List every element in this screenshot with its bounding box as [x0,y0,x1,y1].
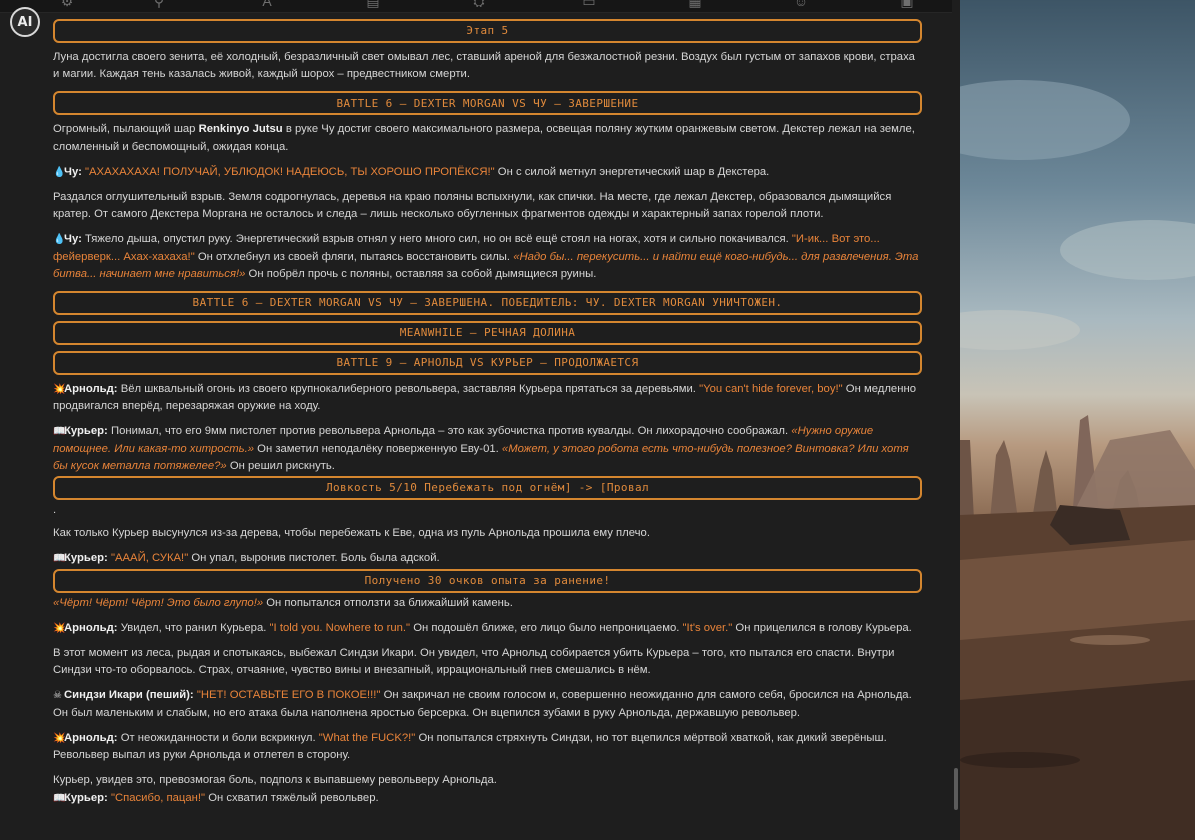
chat-message-body: Этап 5 Луна достигла своего зенита, её х… [53,19,922,816]
app-logo[interactable]: AI [10,7,40,37]
logo-text: AI [17,14,33,30]
droplet-icon: 💧 [53,166,66,178]
document-icon[interactable]: ▤ [362,0,384,8]
narration-paragraph: Раздался оглушительный взрыв. Земля содр… [53,191,892,221]
narration-paragraph: В этот момент из леса, рыдая и спотыкаяс… [53,647,895,677]
settings-icon[interactable]: ⛭ [468,0,490,8]
xp-header-text: Получено 30 очков опыта за ранение! [364,574,611,588]
battle-header-text: BATTLE 9 – АРНОЛЬД VS КУРЬЕР – ПРОДОЛЖАЕ… [336,356,639,370]
battle-header: BATTLE 9 – АРНОЛЬД VS КУРЬЕР – ПРОДОЛЖАЕ… [53,351,922,376]
character-line-courier: 📖Курьер: Понимал, что его 9мм пистолет п… [53,425,909,472]
courier-thought-line: «Чёрт! Чёрт! Чёрт! Это было глупо!» Он п… [53,596,513,609]
chat-scrollbar-thumb[interactable] [954,768,958,810]
explosion-icon: 💥 [53,384,66,396]
character-line-chu: 💧Чу: "АХАХАХАХА! ПОЛУЧАЙ, УБЛЮДОК! НАДЕЮ… [53,164,922,181]
battle-header: BATTLE 6 – DEXTER MORGAN VS ЧУ – ЗАВЕРШЕ… [53,91,922,116]
narration-paragraph: Курьер, увидев это, превозмогая боль, по… [53,774,497,787]
battle-header-text: BATTLE 6 – DEXTER MORGAN VS ЧУ – ЗАВЕРШЕ… [336,96,639,110]
character-line-courier: 📖Курьер: "Спасибо, пацан!" Он схватил тя… [53,790,922,807]
smiley-icon[interactable]: ☺ [790,0,812,8]
skull-icon: ☠ [53,690,62,702]
book-icon: 📖 [53,553,66,565]
top-toolbar: ⚙ ⚲ A ▤ ⛭ ▭ ▦ ☺ ▣ [0,0,960,13]
chat-scrollbar-track[interactable] [952,0,960,840]
character-line-arnold: 💥Арнольд: Увидел, что ранил Курьера. "I … [53,620,922,637]
explosion-icon: 💥 [53,732,66,744]
character-line-courier: 📖Курьер: "АААЙ, СУКА!" Он упал, выронив … [53,550,922,567]
id-card-icon[interactable]: ▣ [896,0,918,8]
character-line-arnold: 💥Арнольд: От неожиданности и боли вскрик… [53,731,887,762]
sliders-icon[interactable]: ⚙ [56,0,78,8]
character-line-arnold: 💥Арнольд: Вёл шквальный огонь из своего … [53,383,916,413]
map-icon[interactable]: ▦ [684,0,706,8]
explosion-icon: 💥 [53,622,66,634]
meanwhile-text: MEANWHILE – РЕЧНАЯ ДОЛИНА [399,326,576,340]
meanwhile-header: MEANWHILE – РЕЧНАЯ ДОЛИНА [53,321,922,346]
stage-header: Этап 5 [53,19,922,43]
stage-header-text: Этап 5 [466,24,509,38]
book-icon: 📖 [53,426,66,438]
battle-result-header: BATTLE 6 – DEXTER MORGAN VS ЧУ – ЗАВЕРШЕ… [53,291,922,316]
battle-result-text: BATTLE 6 – DEXTER MORGAN VS ЧУ – ЗАВЕРШЕ… [192,296,783,310]
pin-icon[interactable]: ⚲ [148,0,170,8]
xp-header: Получено 30 очков опыта за ранение! [53,568,922,593]
chat-icon[interactable]: ▭ [578,0,600,8]
font-icon[interactable]: A [256,0,278,8]
background-landscape-image [960,0,1195,840]
narration-paragraph: Луна достигла своего зенита, её холодный… [53,51,915,81]
skill-check-text: Ловкость 5/10 Перебежать под огнём] -> [… [325,481,650,495]
narration-paragraph: Огромный, пылающий шар Renkinyo Jutsu в … [53,123,915,153]
character-line-chu: 💧Чу: Тяжело дыша, опустил руку. Энергети… [53,233,919,280]
separator-dot: . [53,504,57,517]
narration-paragraph: Как только Курьер высунулся из-за дерева… [53,527,650,540]
character-line-shinji: ☠ Синдзи Икари (пеший): "НЕТ! ОСТАВЬТЕ ЕГ… [53,689,912,719]
droplet-icon: 💧 [53,234,66,246]
skill-check-header: Ловкость 5/10 Перебежать под огнём] -> [… [53,476,922,501]
book-icon: 📖 [53,793,66,805]
